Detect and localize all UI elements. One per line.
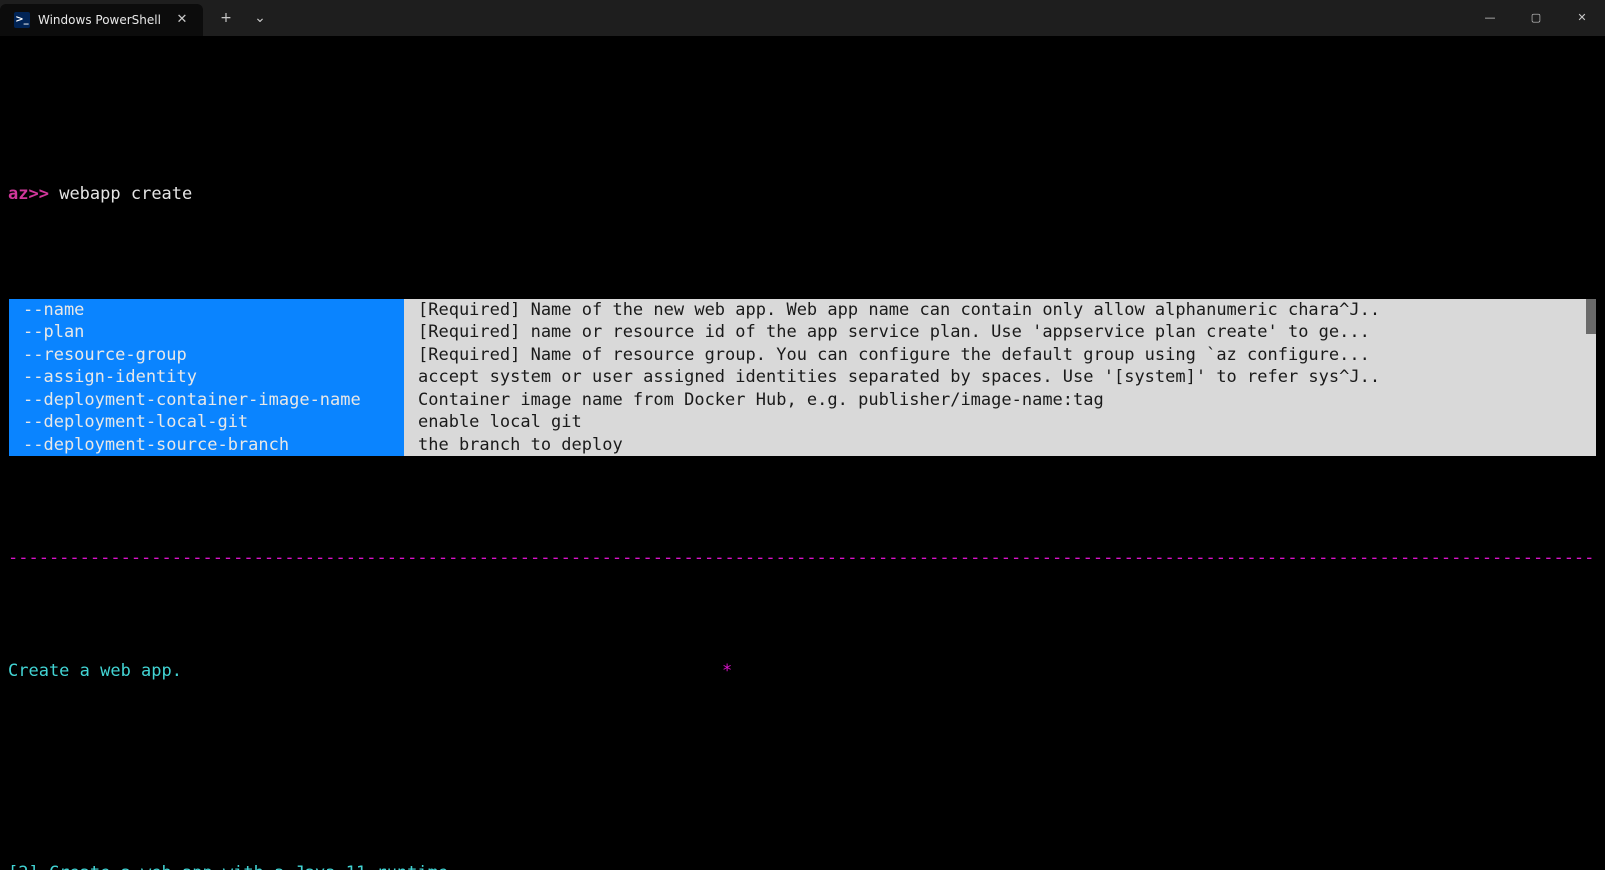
ac-desc: the branch to deploy bbox=[404, 434, 1596, 457]
window-controls: — ▢ ✕ bbox=[1467, 0, 1605, 36]
autocomplete-options: --name --plan --resource-group --assign-… bbox=[9, 299, 404, 457]
ac-option-assign-identity[interactable]: --assign-identity bbox=[9, 366, 404, 389]
tab-title: Windows PowerShell bbox=[38, 9, 161, 32]
prompt-prefix: az>> bbox=[8, 183, 49, 206]
titlebar: >_ Windows PowerShell ✕ + ⌄ — ▢ ✕ bbox=[0, 0, 1605, 36]
ac-desc: Container image name from Docker Hub, e.… bbox=[404, 389, 1596, 412]
tab-actions: + ⌄ bbox=[203, 0, 283, 36]
close-icon[interactable]: ✕ bbox=[175, 13, 189, 27]
example-line: [2] Create a web app with a Java 11 runt… bbox=[8, 862, 1597, 870]
tab-dropdown-button[interactable]: ⌄ bbox=[245, 3, 275, 33]
ac-desc: accept system or user assigned identitie… bbox=[404, 366, 1596, 389]
ac-option-resource-group[interactable]: --resource-group bbox=[9, 344, 404, 367]
autocomplete-popup[interactable]: --name --plan --resource-group --assign-… bbox=[8, 298, 1597, 458]
new-tab-button[interactable]: + bbox=[211, 3, 241, 33]
window-close-button[interactable]: ✕ bbox=[1559, 0, 1605, 36]
ac-option-deployment-local-git[interactable]: --deployment-local-git bbox=[9, 411, 404, 434]
prompt-line: az>> webapp create bbox=[8, 183, 1597, 206]
command-input[interactable]: webapp create bbox=[59, 183, 192, 206]
ac-desc: enable local git bbox=[404, 411, 1596, 434]
ac-desc: [Required] Name of resource group. You c… bbox=[404, 344, 1596, 367]
powershell-icon: >_ bbox=[14, 12, 30, 28]
ac-option-deployment-container-image-name[interactable]: --deployment-container-image-name bbox=[9, 389, 404, 412]
ac-option-deployment-source-branch[interactable]: --deployment-source-branch bbox=[9, 434, 404, 457]
ac-option-plan[interactable]: --plan bbox=[9, 321, 404, 344]
help-star: * bbox=[722, 660, 732, 683]
help-title-row: Create a web app. * bbox=[8, 660, 1597, 683]
separator: ----------------------------------------… bbox=[8, 547, 1597, 570]
minimize-button[interactable]: — bbox=[1467, 0, 1513, 36]
ac-desc: [Required] name or resource id of the ap… bbox=[404, 321, 1596, 344]
terminal-body[interactable]: az>> webapp create --name --plan --resou… bbox=[0, 36, 1605, 870]
ac-option-name[interactable]: --name bbox=[9, 299, 404, 322]
autocomplete-descriptions: [Required] Name of the new web app. Web … bbox=[404, 299, 1596, 457]
help-title: Create a web app. bbox=[8, 660, 182, 683]
ac-desc: [Required] Name of the new web app. Web … bbox=[404, 299, 1596, 322]
app-window: >_ Windows PowerShell ✕ + ⌄ — ▢ ✕ az>> w… bbox=[0, 0, 1605, 870]
tab-powershell[interactable]: >_ Windows PowerShell ✕ bbox=[0, 4, 203, 36]
maximize-button[interactable]: ▢ bbox=[1513, 0, 1559, 36]
